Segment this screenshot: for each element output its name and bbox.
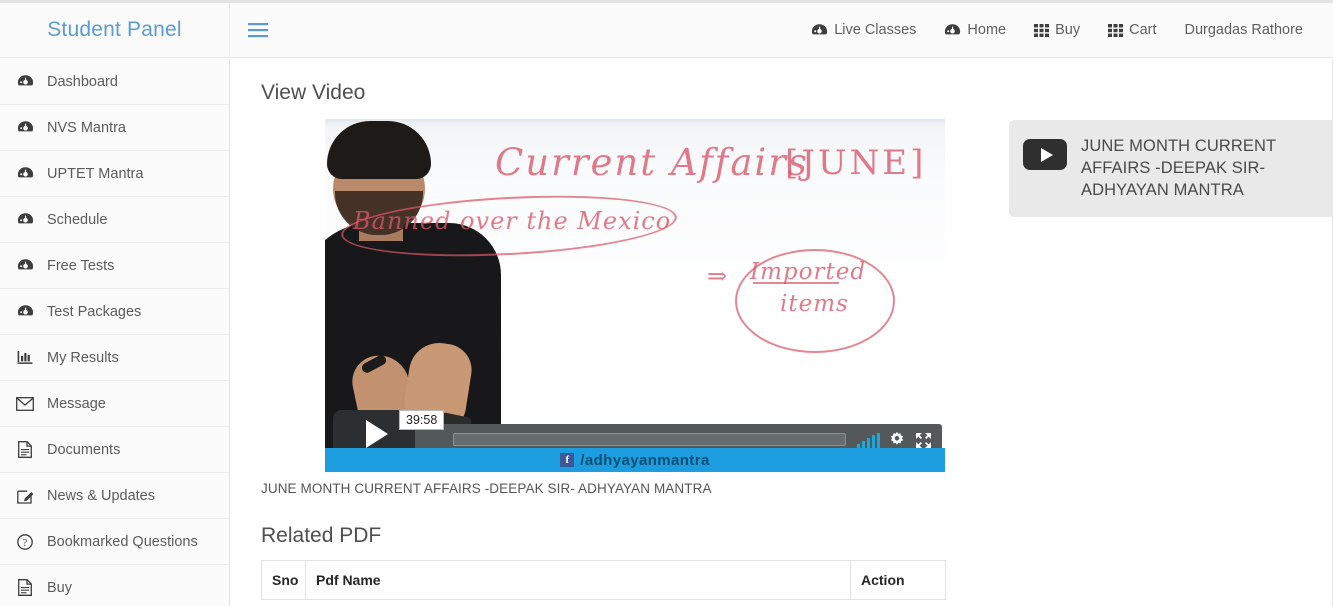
play-icon xyxy=(1023,139,1067,170)
top-navigation: Live Classes Home Buy Cart Durgadas Rath… xyxy=(797,3,1333,57)
tachometer-icon xyxy=(16,166,34,181)
column-header-action: Action xyxy=(850,560,946,600)
column-header-sno: Sno xyxy=(261,560,306,600)
sidebar-item-documents[interactable]: Documents xyxy=(0,427,229,473)
tachometer-icon xyxy=(944,23,961,38)
facebook-icon: f xyxy=(560,453,575,467)
tachometer-icon xyxy=(811,23,828,38)
whiteboard-arrow: ⇒ xyxy=(707,262,728,290)
svg-text:?: ? xyxy=(23,538,28,549)
sidebar-item-label: Buy xyxy=(47,579,72,596)
tachometer-icon xyxy=(16,258,34,273)
hamburger-icon[interactable] xyxy=(230,3,286,57)
tachometer-icon xyxy=(16,304,34,319)
tachometer-icon xyxy=(16,120,34,135)
bar-chart-icon xyxy=(16,350,34,365)
sidebar-item-test-packages[interactable]: Test Packages xyxy=(0,289,229,335)
whiteboard-note-right-1: Imported xyxy=(750,259,867,285)
nav-item-buy[interactable]: Buy xyxy=(1020,3,1094,57)
whiteboard-month: [JUNE] xyxy=(785,143,927,183)
sidebar-item-free-tests[interactable]: Free Tests xyxy=(0,243,229,289)
app-root: Student Panel Live Classes Home Buy Cart… xyxy=(0,0,1333,606)
sidebar-item-schedule[interactable]: Schedule xyxy=(0,197,229,243)
sidebar-item-label: My Results xyxy=(47,349,119,366)
nav-item-home[interactable]: Home xyxy=(930,3,1020,57)
playlist-item-title: JUNE MONTH CURRENT AFFAIRS -DEEPAK SIR- … xyxy=(1081,137,1276,199)
nav-label: Home xyxy=(967,22,1007,38)
brand-title[interactable]: Student Panel xyxy=(47,18,182,42)
related-pdf-table: Sno Pdf Name Action xyxy=(261,560,946,600)
top-header: Student Panel Live Classes Home Buy Cart… xyxy=(0,3,1333,58)
sidebar-item-bookmarked-questions[interactable]: ? Bookmarked Questions xyxy=(0,519,229,565)
related-pdf-title: Related PDF xyxy=(261,524,382,547)
sidebar-item-label: Documents xyxy=(47,441,121,458)
sidebar-item-label: Test Packages xyxy=(47,303,142,320)
sidebar-item-label: Message xyxy=(47,395,106,412)
sidebar-item-label: Schedule xyxy=(47,211,108,228)
nav-item-user-account[interactable]: Durgadas Rathore xyxy=(1171,3,1312,57)
sidebar-item-label: NVS Mantra xyxy=(47,119,126,136)
sidebar-item-uptet-mantra[interactable]: UPTET Mantra xyxy=(0,151,229,197)
video-time-tooltip: 39:58 xyxy=(399,410,445,430)
question-circle-icon: ? xyxy=(16,533,34,550)
facebook-watermark: f /adhyayanmantra xyxy=(325,448,945,472)
video-player[interactable]: Current Affairs [JUNE] Banned over the M… xyxy=(325,119,945,472)
nav-label: Durgadas Rathore xyxy=(1184,22,1304,38)
file-icon xyxy=(16,579,34,596)
sidebar-item-label: Dashboard xyxy=(47,73,118,90)
column-header-pdf-name: Pdf Name xyxy=(305,560,851,600)
video-column: Current Affairs [JUNE] Banned over the M… xyxy=(261,119,976,600)
table-header-row: Sno Pdf Name Action xyxy=(261,560,946,600)
video-progress-bar[interactable] xyxy=(453,433,846,453)
file-icon xyxy=(16,441,34,458)
grid-icon xyxy=(1108,23,1124,37)
page-title: View Video xyxy=(261,81,366,104)
nav-item-cart[interactable]: Cart xyxy=(1094,3,1170,57)
sidebar-item-buy[interactable]: Buy xyxy=(0,565,229,606)
nav-label: Live Classes xyxy=(834,22,917,38)
brand-zone: Student Panel xyxy=(0,3,230,57)
nav-label: Buy xyxy=(1055,22,1081,38)
nav-item-live-classes[interactable]: Live Classes xyxy=(797,3,930,57)
nav-label: Cart xyxy=(1129,22,1157,38)
grid-icon xyxy=(1034,23,1050,37)
video-caption: JUNE MONTH CURRENT AFFAIRS -DEEPAK SIR- … xyxy=(261,481,712,496)
whiteboard-note-left: Banned over the Mexico xyxy=(353,207,672,235)
sidebar-item-label: Bookmarked Questions xyxy=(47,533,198,550)
envelope-icon xyxy=(16,396,34,411)
sidebar-item-label: Free Tests xyxy=(47,257,115,274)
tachometer-icon xyxy=(16,212,34,227)
main-content: View Video Current Affairs [JUNE] Banned… xyxy=(230,59,1333,606)
playlist-item[interactable]: JUNE MONTH CURRENT AFFAIRS -DEEPAK SIR- … xyxy=(1009,120,1332,218)
sidebar-navigation: Dashboard NVS Mantra UPTET Mantra Schedu… xyxy=(0,59,230,606)
sidebar-item-news-updates[interactable]: News & Updates xyxy=(0,473,229,519)
sidebar-item-my-results[interactable]: My Results xyxy=(0,335,229,381)
playlist-column: JUNE MONTH CURRENT AFFAIRS -DEEPAK SIR- … xyxy=(976,119,1332,600)
tachometer-icon xyxy=(16,74,34,89)
facebook-handle: /adhyayanmantra xyxy=(580,451,710,469)
whiteboard-note-right-2: items xyxy=(780,291,849,317)
sidebar-item-label: UPTET Mantra xyxy=(47,165,144,182)
sidebar-item-message[interactable]: Message xyxy=(0,381,229,427)
pencil-square-icon xyxy=(16,488,34,504)
sidebar-item-label: News & Updates xyxy=(47,487,155,504)
whiteboard-title: Current Affairs xyxy=(495,141,809,184)
sidebar-item-dashboard[interactable]: Dashboard xyxy=(0,59,229,105)
volume-bars-icon[interactable] xyxy=(857,433,880,449)
content-row: Current Affairs [JUNE] Banned over the M… xyxy=(230,119,1332,600)
sidebar-item-nvs-mantra[interactable]: NVS Mantra xyxy=(0,105,229,151)
